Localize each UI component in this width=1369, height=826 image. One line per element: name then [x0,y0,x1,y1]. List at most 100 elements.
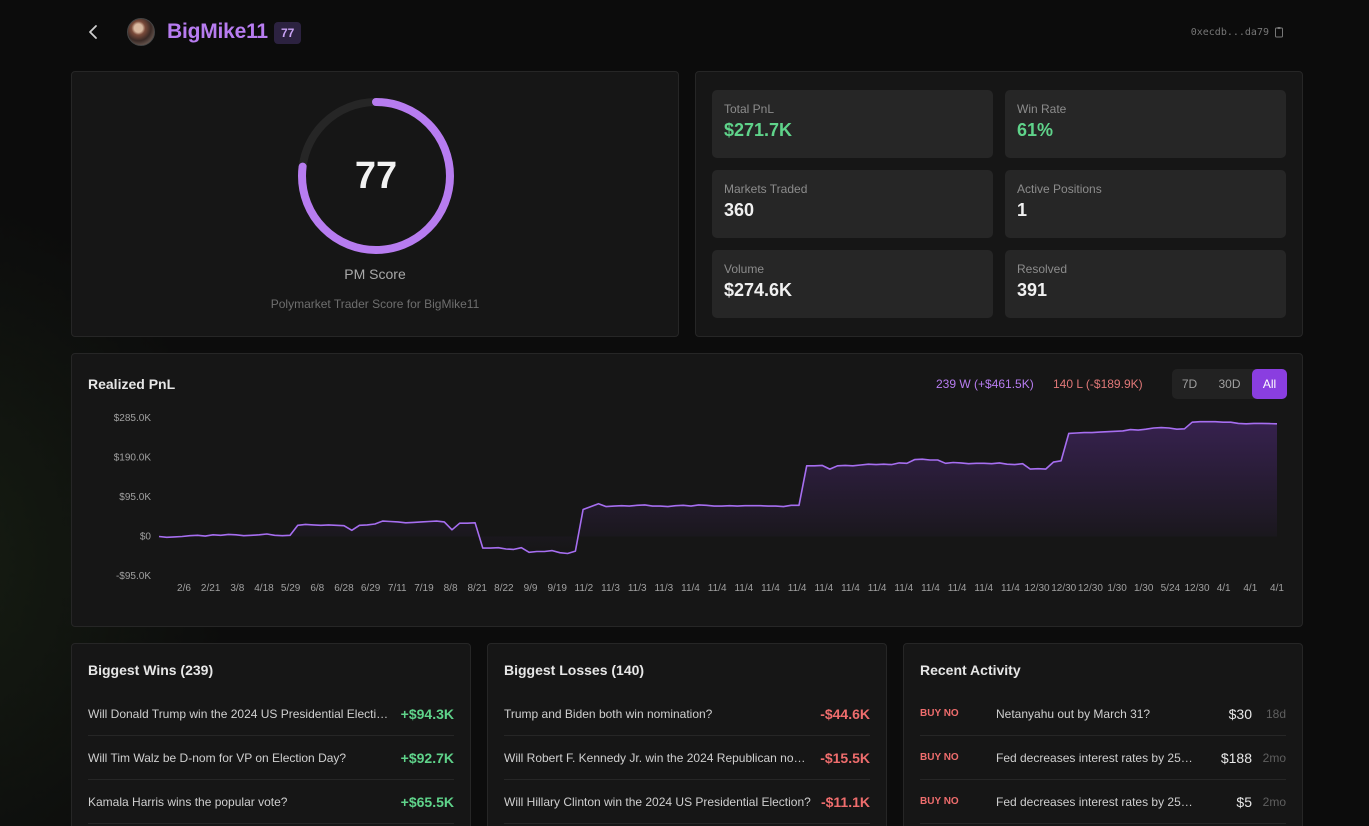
wallet-address-text: 0xecdb...da79 [1190,26,1269,38]
x-tick-label: 8/22 [494,583,514,594]
avatar [127,18,155,46]
score-card: 77 PM Score Polymarket Trader Score for … [71,71,679,337]
y-tick-label: $95.0K [119,492,151,503]
range-all-button[interactable]: All [1252,369,1287,399]
x-tick-label: 9/9 [524,583,538,594]
x-tick-label: 11/4 [788,583,807,594]
stat-markets-traded: Markets Traded 360 [712,170,993,238]
activity-row[interactable]: BUY NO Fed decreases interest rates by 2… [920,736,1286,780]
chevron-left-icon [89,25,97,39]
market-question: Netanyahu out by March 31? [996,706,1151,721]
x-tick-label: 8/8 [444,583,458,594]
x-tick-label: 11/4 [814,583,833,594]
activity-row[interactable]: BUY NO Netanyahu out by March 31? $30 18… [920,692,1286,736]
pnl-area [159,421,1277,554]
activity-action: BUY NO [920,752,959,763]
x-tick-label: 5/29 [281,583,301,594]
market-question: Fed decreases interest rates by 25 bps a… [996,750,1208,765]
x-tick-label: 6/28 [334,583,354,594]
score-label: PM Score [344,266,406,282]
x-tick-label: 11/4 [734,583,753,594]
copy-icon[interactable] [1273,26,1285,38]
market-question: Kamala Harris wins the popular vote? [88,794,288,809]
stat-value: 360 [724,200,755,220]
score-badge: 77 [274,22,302,44]
range-30d-button[interactable]: 30D [1207,369,1252,399]
x-tick-label: 11/4 [841,583,860,594]
activity-age: 18d [1265,706,1286,721]
activity-amount: $5 [1236,793,1252,810]
x-tick-label: 4/1 [1270,583,1284,594]
x-tick-label: 11/4 [974,583,993,594]
stat-value: $274.6K [724,280,793,300]
loss-row[interactable]: Will Hillary Clinton win the 2024 US Pre… [504,780,870,824]
x-tick-label: 11/4 [894,583,913,594]
activity-age: 2mo [1262,794,1286,809]
market-question: Trump and Biden both win nomination? [504,706,713,721]
stat-label: Total PnL [724,102,775,116]
score-subtitle: Polymarket Trader Score for BigMike11 [270,297,480,311]
realized-pnl-card: $285.0K $190.0K $95.0K $0 -$95.0K 2/6 2/21 3/8 4… [71,353,1303,627]
x-tick-label: 11/2 [575,583,594,594]
wallet-address[interactable]: 0xecdb...da79 [1191,26,1285,38]
x-tick-label: 11/3 [628,583,647,594]
pnl-chart: $285.0K $190.0K $95.0K $0 -$95.0K 2/6 2/21 3/8 4… [114,413,1285,594]
stat-label: Resolved [1017,262,1068,276]
x-tick-label: 3/8 [230,583,244,594]
loss-row[interactable]: Will Robert F. Kennedy Jr. win the 2024 … [504,736,870,780]
recent-activity-card: Recent Activity BUY NO Netanyahu out by … [903,643,1303,826]
x-tick-label: 6/29 [361,583,381,594]
x-tick-label: 12/30 [1051,583,1076,594]
activity-row[interactable]: BUY NO Fed decreases interest rates by 2… [920,780,1286,824]
x-tick-label: 11/4 [708,583,727,594]
x-tick-label: 2/6 [177,583,191,594]
biggest-wins-card: Biggest Wins (239) Will Donald Trump win… [71,643,471,826]
y-tick-label: $285.0K [114,413,152,424]
x-tick-label: 11/4 [681,583,700,594]
loss-row[interactable]: Trump and Biden both win nomination? -$4… [504,692,870,736]
x-tick-label: 12/30 [1078,583,1103,594]
stat-resolved: Resolved 391 [1005,250,1286,318]
stat-label: Win Rate [1017,102,1067,116]
stat-value: 61% [1017,120,1054,140]
x-tick-label: 5/24 [1161,583,1181,594]
loss-amount: -$44.6K [820,705,870,722]
win-amount: +$92.7K [400,749,454,766]
activity-action: BUY NO [920,796,959,807]
profile-header: BigMike11 77 0xecdb...da79 [0,0,1369,66]
biggest-losses-card: Biggest Losses (140) Trump and Biden bot… [487,643,887,826]
x-tick-label: 11/4 [948,583,967,594]
win-amount: +$94.3K [400,705,454,722]
stat-volume: Volume $274.6K [712,250,993,318]
x-tick-label: 1/30 [1134,583,1154,594]
stat-value: 391 [1017,280,1048,300]
range-7d-button[interactable]: 7D [1172,369,1207,399]
x-tick-label: 8/21 [468,583,488,594]
activity-action: BUY NO [920,708,959,719]
x-tick-label: 7/11 [388,583,407,594]
score-value: 77 [354,154,398,197]
x-tick-label: 11/4 [761,583,780,594]
x-tick-label: 6/8 [310,583,324,594]
stat-total-pnl: Total PnL $271.7K [712,90,993,158]
stat-label: Active Positions [1017,182,1102,196]
activity-age: 2mo [1262,750,1286,765]
stats-card: Total PnL $271.7K Win Rate 61% Markets T… [695,71,1303,337]
x-tick-label: 4/1 [1217,583,1231,594]
losses-title: Biggest Losses (140) [504,662,645,678]
y-tick-label: $190.0K [114,453,152,464]
x-tick-label: 12/30 [1185,583,1210,594]
market-question: Will Tim Walz be D-nom for VP on Electio… [88,750,347,765]
activity-amount: $30 [1228,705,1252,722]
x-tick-label: 4/18 [254,583,274,594]
market-question: Will Donald Trump win the 2024 US Presid… [88,706,397,721]
x-tick-label: 11/4 [1001,583,1020,594]
win-row[interactable]: Will Donald Trump win the 2024 US Presid… [88,692,454,736]
win-row[interactable]: Will Tim Walz be D-nom for VP on Electio… [88,736,454,780]
win-row[interactable]: Kamala Harris wins the popular vote? +$6… [88,780,454,824]
stat-win-rate: Win Rate 61% [1005,90,1286,158]
loss-amount: -$15.5K [820,749,870,766]
stat-label: Volume [724,262,765,276]
back-button[interactable] [82,20,106,44]
stat-value: 1 [1017,200,1028,220]
